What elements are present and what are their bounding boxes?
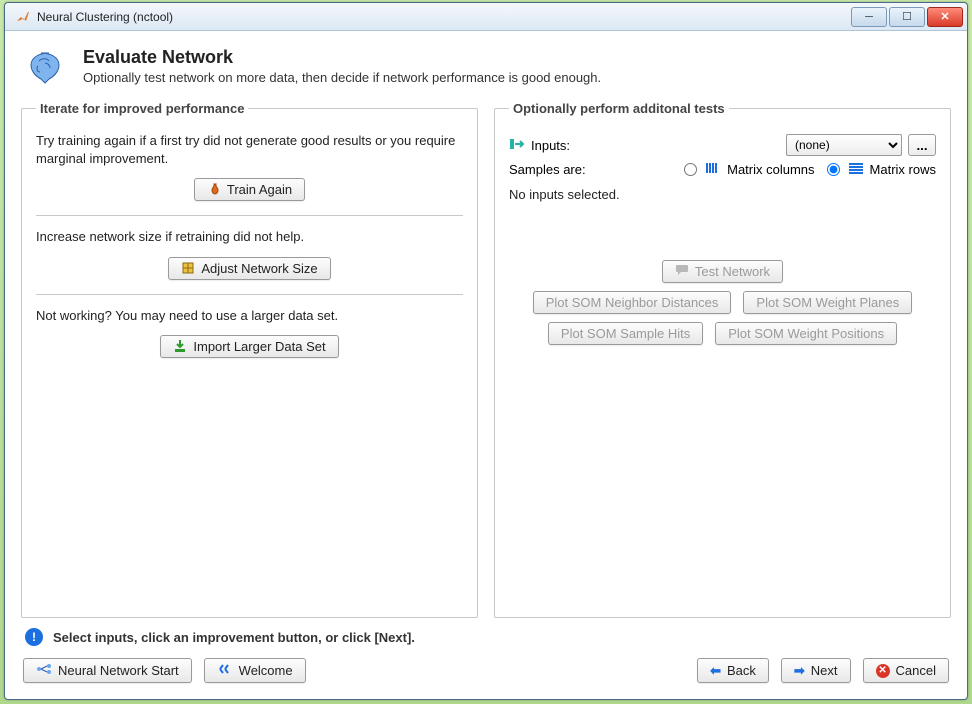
titlebar: Neural Clustering (nctool) ─ ☐ ✕	[5, 3, 967, 31]
test-network-button[interactable]: Test Network	[662, 260, 783, 283]
radio-rows-label: Matrix rows	[870, 162, 936, 177]
import-text: Not working? You may need to use a large…	[36, 307, 463, 325]
plot-weight-positions-button[interactable]: Plot SOM Weight Positions	[715, 322, 897, 345]
back-button[interactable]: ⬅ Back	[697, 658, 769, 683]
matlab-icon	[15, 9, 31, 25]
page-title: Evaluate Network	[83, 47, 601, 68]
iterate-panel: Iterate for improved performance Try tra…	[21, 101, 478, 618]
tests-panel: Optionally perform additonal tests Input…	[494, 101, 951, 618]
train-again-label: Train Again	[227, 182, 292, 197]
samples-row: Samples are: Matrix columns Matrix rows	[509, 162, 936, 177]
inputs-row: Inputs: (none) ...	[509, 134, 936, 156]
flame-icon	[207, 183, 221, 197]
maximize-icon: ☐	[902, 10, 912, 23]
close-icon: ✕	[940, 10, 949, 23]
test-network-label: Test Network	[695, 264, 770, 279]
close-button[interactable]: ✕	[927, 7, 963, 27]
matrix-columns-icon	[705, 162, 721, 177]
radio-cols-label: Matrix columns	[727, 162, 814, 177]
samples-label: Samples are:	[509, 162, 586, 177]
network-size-icon	[181, 261, 195, 275]
footer-tip-text: Select inputs, click an improvement butt…	[53, 630, 415, 645]
panels: Iterate for improved performance Try tra…	[19, 101, 953, 618]
welcome-icon	[217, 663, 233, 678]
adjust-text: Increase network size if retraining did …	[36, 228, 463, 246]
page-subtitle: Optionally test network on more data, th…	[83, 70, 601, 85]
next-button[interactable]: ➡ Next	[781, 658, 851, 683]
inputs-select[interactable]: (none)	[786, 134, 902, 156]
chat-icon	[675, 264, 689, 279]
inputs-status: No inputs selected.	[509, 187, 936, 202]
cancel-button[interactable]: ✕ Cancel	[863, 658, 949, 683]
welcome-label: Welcome	[239, 663, 293, 678]
welcome-button[interactable]: Welcome	[204, 658, 306, 683]
adjust-network-label: Adjust Network Size	[201, 261, 317, 276]
footer-tip: ! Select inputs, click an improvement bu…	[25, 628, 953, 646]
footer-buttons: Neural Network Start Welcome ⬅ Back ➡ Ne…	[19, 652, 953, 689]
browse-label: ...	[916, 138, 927, 153]
cancel-icon: ✕	[876, 664, 890, 678]
import-icon	[173, 339, 187, 353]
browse-button[interactable]: ...	[908, 134, 936, 156]
brain-icon	[23, 47, 75, 87]
neural-network-start-button[interactable]: Neural Network Start	[23, 658, 192, 683]
import-data-set-button[interactable]: Import Larger Data Set	[160, 335, 338, 358]
iterate-legend: Iterate for improved performance	[36, 101, 248, 116]
header-text: Evaluate Network Optionally test network…	[75, 47, 601, 85]
separator	[36, 215, 463, 216]
plot-sample-hits-button[interactable]: Plot SOM Sample Hits	[548, 322, 703, 345]
train-text: Try training again if a first try did no…	[36, 132, 463, 168]
radio-matrix-rows[interactable]	[827, 163, 840, 176]
plot-neighbor-distances-button[interactable]: Plot SOM Neighbor Distances	[533, 291, 732, 314]
adjust-network-size-button[interactable]: Adjust Network Size	[168, 257, 330, 280]
nn-start-label: Neural Network Start	[58, 663, 179, 678]
import-data-label: Import Larger Data Set	[193, 339, 325, 354]
info-icon: !	[25, 628, 43, 646]
samples-radios: Matrix columns Matrix rows	[678, 162, 936, 177]
maximize-button[interactable]: ☐	[889, 7, 925, 27]
window-title: Neural Clustering (nctool)	[37, 10, 173, 24]
radio-matrix-columns[interactable]	[684, 163, 697, 176]
inputs-label: Inputs:	[531, 138, 570, 153]
back-label: Back	[727, 663, 756, 678]
minimize-icon: ─	[865, 11, 873, 23]
app-window: Neural Clustering (nctool) ─ ☐ ✕ Evaluat…	[4, 2, 968, 700]
content-area: Evaluate Network Optionally test network…	[5, 31, 967, 699]
plot-weight-planes-button[interactable]: Plot SOM Weight Planes	[743, 291, 912, 314]
page-header: Evaluate Network Optionally test network…	[23, 47, 953, 87]
arrow-left-icon: ⬅	[710, 663, 721, 679]
arrow-right-icon: ➡	[794, 663, 805, 679]
train-again-button[interactable]: Train Again	[194, 178, 305, 201]
window-controls: ─ ☐ ✕	[849, 7, 963, 27]
nn-start-icon	[36, 662, 52, 679]
test-buttons-area: Test Network Plot SOM Neighbor Distances…	[509, 260, 936, 345]
cancel-label: Cancel	[896, 663, 936, 678]
separator	[36, 294, 463, 295]
inputs-icon	[509, 137, 525, 154]
minimize-button[interactable]: ─	[851, 7, 887, 27]
tests-legend: Optionally perform additonal tests	[509, 101, 729, 116]
next-label: Next	[811, 663, 838, 678]
matrix-rows-icon	[848, 162, 864, 177]
